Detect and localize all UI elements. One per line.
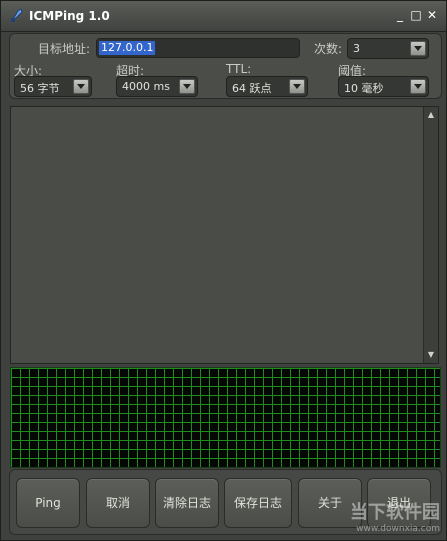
count-select[interactable]: 3 — [347, 38, 429, 59]
log-scrollbar[interactable]: ▲ ▼ — [423, 107, 438, 363]
threshold-value: 10 毫秒 — [344, 82, 384, 95]
ping-button[interactable]: Ping — [16, 478, 80, 528]
watermark-url: www.downxia.com — [356, 524, 440, 534]
settings-panel: 目标地址: 127.0.0.1 次数: 3 大小: 56 字节 超时: 4000… — [9, 33, 442, 99]
count-value: 3 — [353, 42, 360, 55]
target-value: 127.0.0.1 — [99, 41, 156, 55]
log-output[interactable]: ▲ ▼ — [10, 106, 439, 364]
scroll-up-icon[interactable]: ▲ — [425, 109, 437, 121]
title-bar[interactable]: ICMPing 1.0 _ □ ✕ — [1, 1, 446, 32]
ttl-value: 64 跃点 — [232, 82, 272, 95]
maximize-icon[interactable]: □ — [410, 8, 422, 22]
app-icon — [11, 8, 23, 22]
scroll-down-icon[interactable]: ▼ — [425, 349, 437, 361]
count-label: 次数: — [314, 42, 343, 56]
watermark-main: 当下软件园 — [350, 502, 440, 523]
timeout-value: 4000 ms — [122, 80, 170, 93]
size-select[interactable]: 56 字节 — [14, 76, 92, 97]
chevron-down-icon[interactable] — [410, 41, 426, 56]
latency-graph — [10, 367, 441, 468]
watermark: 当下软件园 www.downxia.com — [350, 498, 440, 534]
app-window: ICMPing 1.0 _ □ ✕ 目标地址: 127.0.0.1 次数: 3 … — [0, 0, 447, 541]
clear-log-button[interactable]: 清除日志 — [155, 478, 219, 528]
ttl-label: TTL: — [226, 62, 252, 76]
cancel-button[interactable]: 取消 — [86, 478, 150, 528]
chevron-down-icon[interactable] — [179, 79, 195, 94]
close-icon[interactable]: ✕ — [426, 8, 438, 22]
threshold-select[interactable]: 10 毫秒 — [338, 76, 429, 97]
chevron-down-icon[interactable] — [289, 79, 305, 94]
target-input[interactable]: 127.0.0.1 — [96, 38, 300, 58]
save-log-button[interactable]: 保存日志 — [224, 478, 292, 528]
minimize-icon[interactable]: _ — [394, 8, 406, 22]
chevron-down-icon[interactable] — [410, 79, 426, 94]
timeout-select[interactable]: 4000 ms — [116, 76, 198, 97]
size-value: 56 字节 — [20, 82, 60, 95]
chevron-down-icon[interactable] — [73, 79, 89, 94]
window-title: ICMPing 1.0 — [29, 9, 110, 23]
target-label: 目标地址: — [38, 42, 91, 56]
ttl-select[interactable]: 64 跃点 — [226, 76, 308, 97]
